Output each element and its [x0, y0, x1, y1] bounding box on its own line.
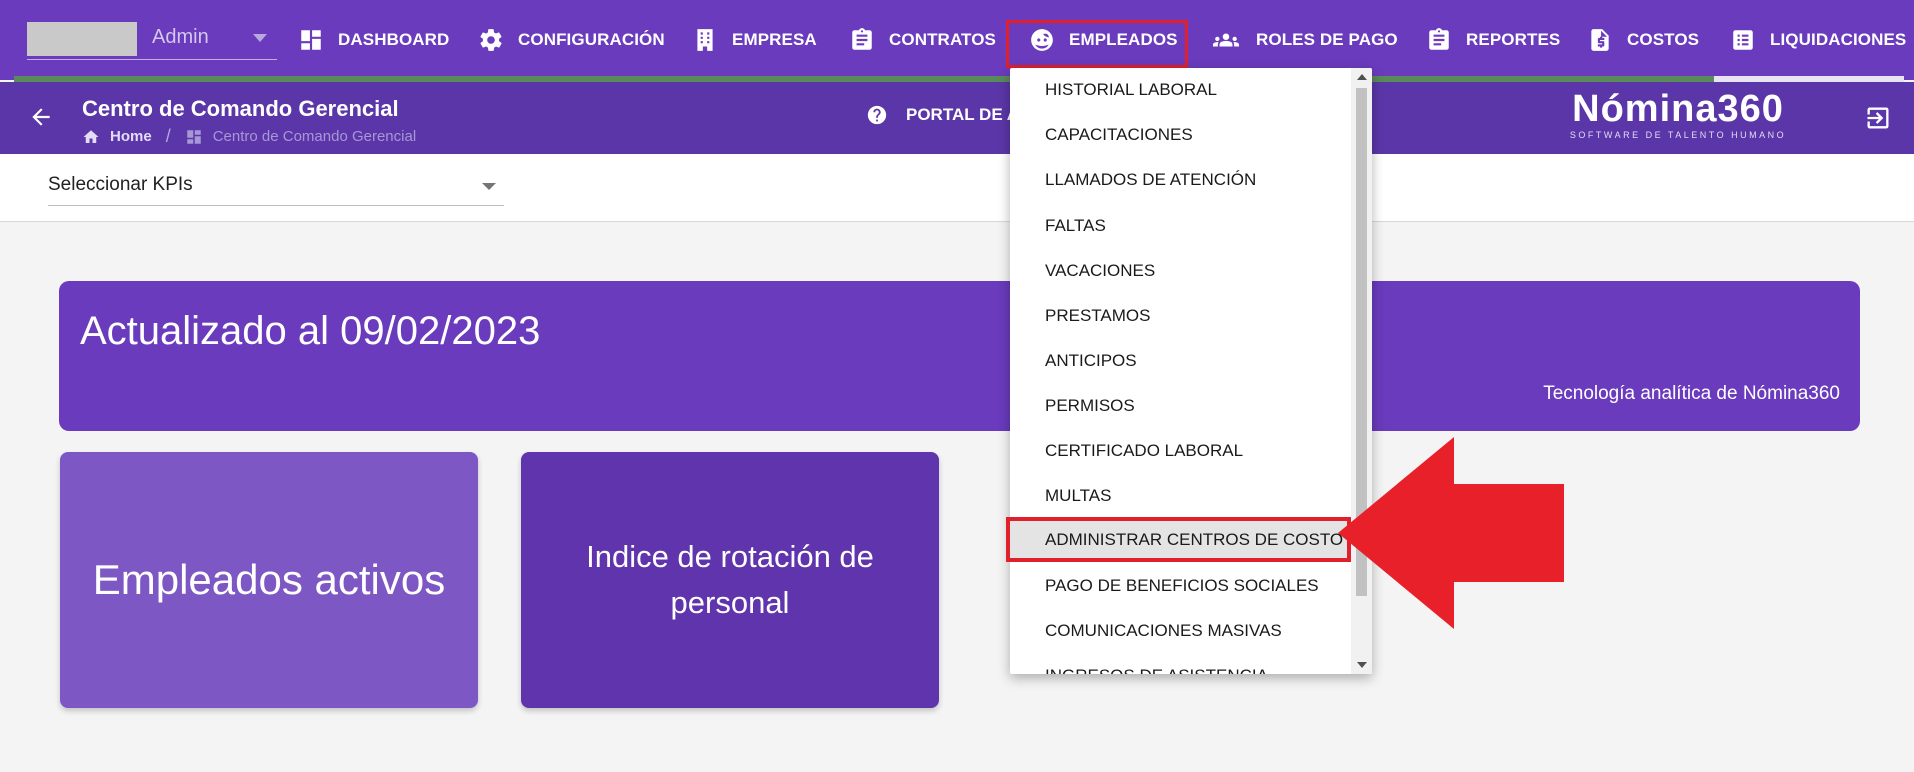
- breadcrumb-home[interactable]: Home: [110, 128, 152, 145]
- kpi-card-empleados-activos[interactable]: Empleados activos: [60, 452, 478, 708]
- nav-dashboard-label: DASHBOARD: [338, 30, 450, 49]
- logo-tagline: SOFTWARE DE TALENTO HUMANO: [1569, 129, 1787, 140]
- portal-link[interactable]: PORTAL DE A: [866, 104, 1019, 126]
- banner-title: Actualizado al 09/02/2023: [80, 309, 541, 353]
- clipboard-icon: [1429, 28, 1449, 50]
- chevron-down-icon: [482, 183, 496, 190]
- chevron-down-icon: [253, 34, 267, 42]
- page-title: Centro de Comando Gerencial: [82, 96, 399, 121]
- menu-item-permisos[interactable]: PERMISOS: [1045, 390, 1135, 422]
- menu-item-anticipos[interactable]: ANTICIPOS: [1045, 345, 1137, 377]
- menu-item-ingresos-de-asistencia[interactable]: INGRESOS DE ASISTENCIA: [1045, 660, 1268, 674]
- nomina360-logo: Nómina360 SOFTWARE DE TALENTO HUMANO: [1568, 88, 1788, 140]
- nav-configuracion[interactable]: CONFIGURACIÓN: [478, 22, 665, 58]
- menu-item-pago-de-beneficios-sociales[interactable]: PAGO DE BENEFICIOS SOCIALES: [1045, 570, 1319, 602]
- user-menu[interactable]: Admin: [27, 20, 277, 60]
- nav-reportes-label: REPORTES: [1466, 30, 1561, 49]
- menu-item-prestamos[interactable]: PRESTAMOS: [1045, 300, 1150, 332]
- nav-empleados-highlight: [1006, 20, 1188, 68]
- logout-icon[interactable]: [1864, 104, 1892, 132]
- scroll-down-arrow-icon[interactable]: [1357, 662, 1367, 668]
- nav-roles-de-pago-label: ROLES DE PAGO: [1256, 30, 1398, 49]
- nav-dashboard[interactable]: DASHBOARD: [298, 22, 449, 58]
- breadcrumb-current: Centro de Comando Gerencial: [212, 128, 417, 145]
- nav-empresa-label: EMPRESA: [732, 30, 817, 49]
- dashboard-icon: [301, 30, 321, 50]
- menu-item-faltas[interactable]: FALTAS: [1045, 210, 1106, 242]
- empleados-dropdown-menu: HISTORIAL LABORAL CAPACITACIONES LLAMADO…: [1010, 68, 1372, 674]
- menu-item-llamados-de-atencion[interactable]: LLAMADOS DE ATENCIÓN: [1045, 164, 1256, 196]
- nav-costos[interactable]: COSTOS: [1587, 22, 1699, 58]
- menu-item-comunicaciones-masivas[interactable]: COMUNICACIONES MASIVAS: [1045, 615, 1282, 647]
- list-icon: [1733, 30, 1753, 50]
- home-icon: [83, 129, 99, 143]
- breadcrumb-separator: /: [165, 126, 171, 146]
- top-navigation-bar: Admin DASHBOARD CONFIGURACIÓN EMPRESA CO…: [0, 0, 1914, 82]
- menu-item-multas[interactable]: MULTAS: [1045, 480, 1111, 512]
- kpi-card-label: Empleados activos: [92, 556, 446, 603]
- menu-item-vacaciones[interactable]: VACACIONES: [1045, 255, 1155, 287]
- nav-reportes[interactable]: REPORTES: [1426, 22, 1560, 58]
- nav-costos-label: COSTOS: [1627, 30, 1700, 49]
- clipboard-icon: [852, 28, 872, 50]
- nav-empresa[interactable]: EMPRESA: [692, 22, 817, 58]
- people-icon: [1213, 33, 1239, 47]
- building-icon: [697, 29, 713, 51]
- kpi-select-value: Seleccionar KPIs: [48, 174, 193, 195]
- filter-bar: Seleccionar KPIs: [0, 154, 1914, 222]
- scroll-up-arrow-icon[interactable]: [1357, 74, 1367, 80]
- kpi-select[interactable]: Seleccionar KPIs: [48, 172, 504, 206]
- user-name: Admin: [152, 26, 209, 48]
- nav-contratos-label: CONTRATOS: [889, 30, 996, 49]
- user-avatar: [27, 22, 137, 56]
- update-banner: Actualizado al 09/02/2023 Tecnología ana…: [59, 281, 1860, 431]
- menu-item-capacitaciones[interactable]: CAPACITACIONES: [1045, 119, 1193, 151]
- kpi-card-indice-rotacion[interactable]: Indice de rotación de personal: [521, 452, 939, 708]
- menu-item-certificado-laboral[interactable]: CERTIFICADO LABORAL: [1045, 435, 1243, 467]
- kpi-card-label: Indice de rotación de personal: [586, 538, 874, 621]
- selected-item-highlight-box: [1006, 517, 1351, 562]
- red-arrow-annotation-icon: [1338, 437, 1564, 629]
- banner-subtitle: Tecnología analítica de Nómina360: [1543, 383, 1840, 404]
- nav-configuracion-label: CONFIGURACIÓN: [518, 30, 665, 49]
- nav-liquidaciones[interactable]: LIQUIDACIONES: [1730, 22, 1906, 58]
- back-arrow-icon[interactable]: [28, 104, 54, 130]
- invoice-icon: [1591, 29, 1609, 51]
- nav-roles-de-pago[interactable]: ROLES DE PAGO: [1210, 22, 1398, 58]
- nav-contratos[interactable]: CONTRATOS: [849, 22, 996, 58]
- gear-icon: [480, 29, 502, 51]
- portal-link-label: PORTAL DE A: [906, 105, 1020, 124]
- nav-liquidaciones-label: LIQUIDACIONES: [1770, 30, 1907, 49]
- logo-main-text: Nómina360: [1572, 88, 1784, 130]
- menu-item-historial-laboral[interactable]: HISTORIAL LABORAL: [1045, 74, 1217, 106]
- page-header: Centro de Comando Gerencial Home / Centr…: [0, 82, 1914, 154]
- dashboard-icon: [186, 129, 201, 144]
- help-circle-icon: [867, 105, 887, 125]
- breadcrumb: Home / Centro de Comando Gerencial: [82, 126, 416, 147]
